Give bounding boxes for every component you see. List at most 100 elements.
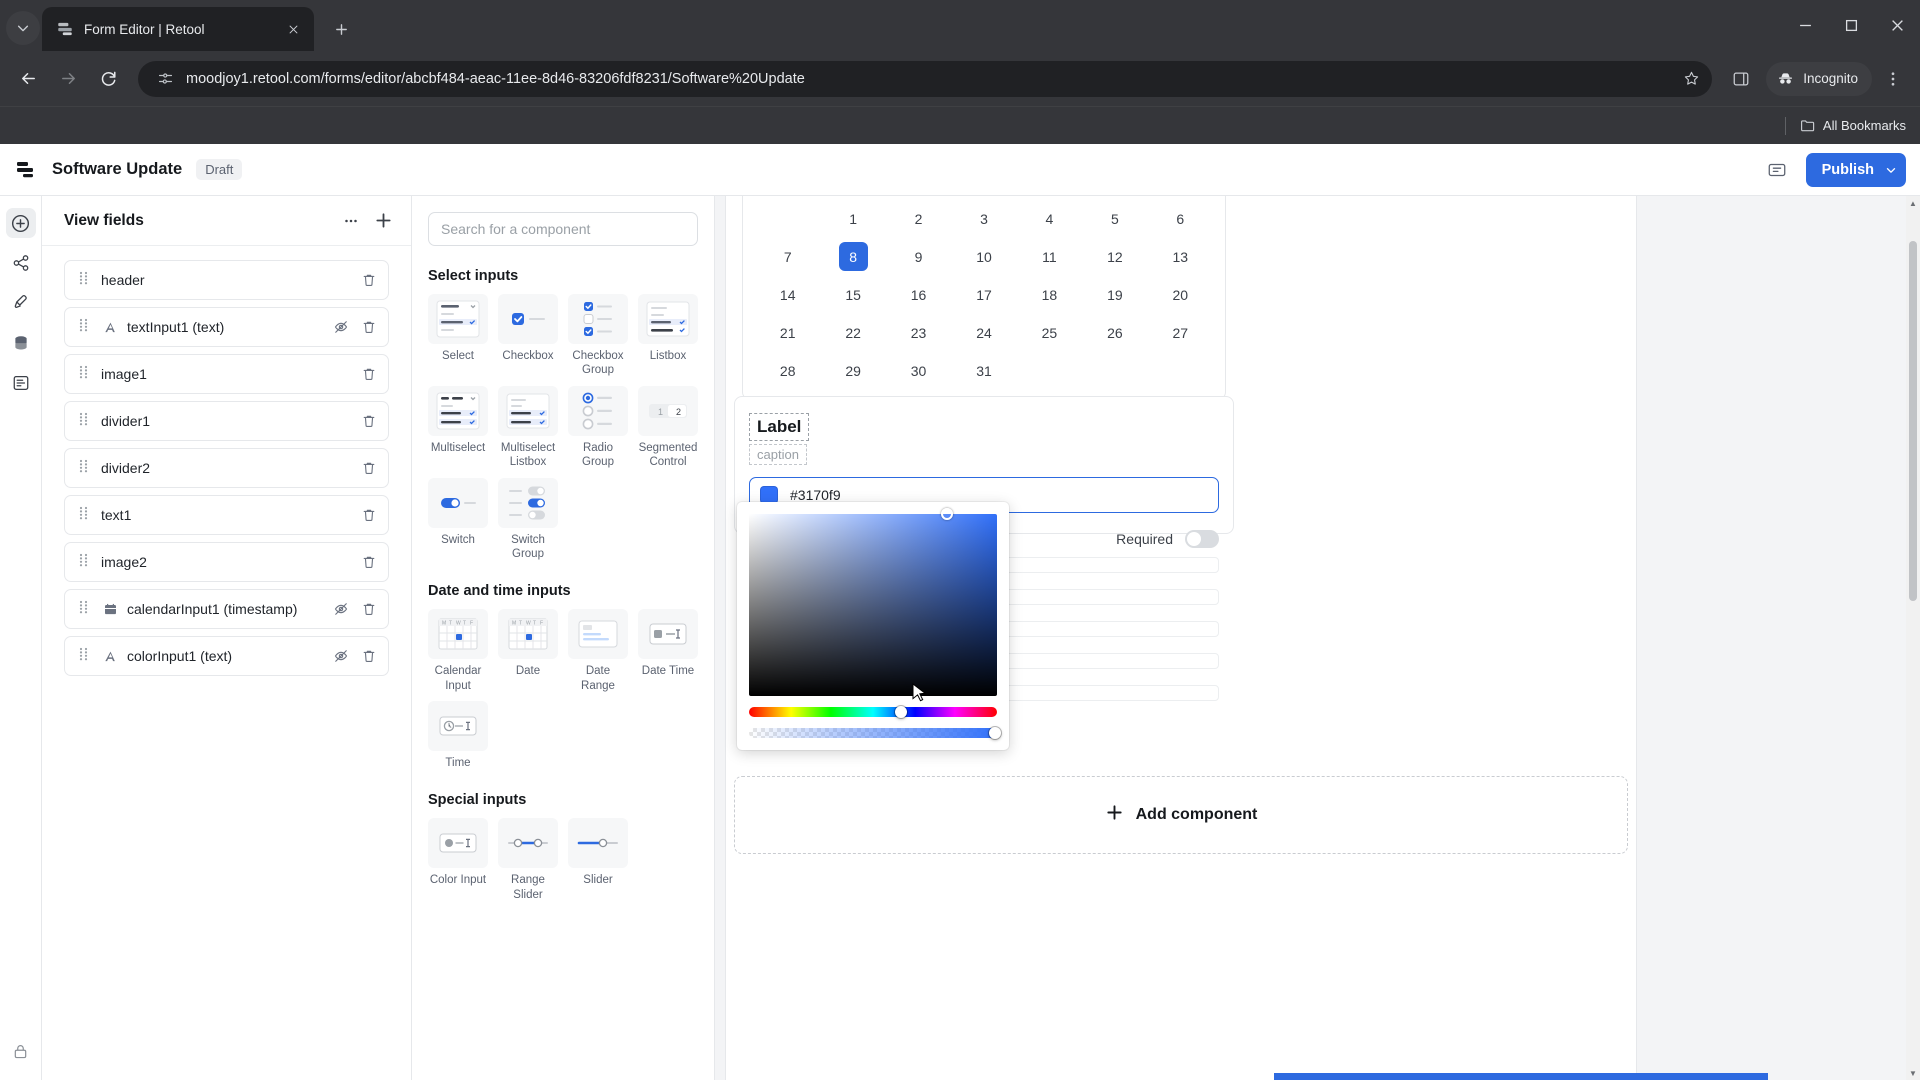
calendar-input-widget[interactable]: 1 2 3 4 5 6 7 8 9 10 11 12 13 14 15 16 17 18 19 20 21 22 23 24 2… xyxy=(742,196,1226,400)
scroll-down-arrow-icon[interactable]: ▼ xyxy=(1906,1066,1920,1080)
calendar-cell[interactable]: 11 xyxy=(1017,242,1082,271)
drag-handle-icon[interactable] xyxy=(79,271,91,290)
calendar-cell[interactable]: 7 xyxy=(755,242,820,271)
search-input[interactable] xyxy=(428,212,698,246)
calendar-cell[interactable]: 10 xyxy=(951,242,1016,271)
retool-logo-icon[interactable] xyxy=(0,144,52,196)
minimize-icon[interactable] xyxy=(1782,0,1828,51)
library-item[interactable]: Date Time xyxy=(638,609,698,693)
library-item[interactable]: Switch Group xyxy=(498,477,558,562)
publish-button[interactable]: Publish xyxy=(1805,152,1906,187)
library-item[interactable]: Date Range xyxy=(568,609,628,693)
library-item[interactable]: Radio Group xyxy=(568,385,628,470)
forward-button[interactable] xyxy=(50,61,86,97)
library-item[interactable]: M T W T F Date xyxy=(498,609,558,693)
calendar-cell-selected[interactable]: 8 xyxy=(838,242,868,271)
drag-handle-icon[interactable] xyxy=(79,553,91,572)
drag-handle-icon[interactable] xyxy=(79,600,91,619)
hue-slider[interactable] xyxy=(749,706,997,718)
field-row[interactable]: image2 xyxy=(64,542,389,582)
site-settings-icon[interactable] xyxy=(152,66,178,92)
calendar-cell[interactable]: 30 xyxy=(886,356,951,385)
eye-off-icon[interactable] xyxy=(332,600,350,618)
calendar-cell[interactable]: 20 xyxy=(1148,280,1213,309)
calendar-cell[interactable]: 19 xyxy=(1082,280,1147,309)
drag-handle-icon[interactable] xyxy=(79,412,91,431)
calendar-cell[interactable]: 5 xyxy=(1082,204,1147,233)
library-item[interactable]: Color Input xyxy=(428,818,488,902)
rail-item-data[interactable] xyxy=(6,328,36,358)
new-tab-button[interactable] xyxy=(324,12,358,46)
back-button[interactable] xyxy=(10,61,46,97)
calendar-cell[interactable]: 22 xyxy=(820,318,885,347)
calendar-cell[interactable]: 9 xyxy=(886,242,951,271)
calendar-cell[interactable]: 17 xyxy=(951,280,1016,309)
hue-handle[interactable] xyxy=(895,706,907,718)
library-item[interactable]: Checkbox Group xyxy=(568,294,628,378)
alpha-slider[interactable] xyxy=(749,727,1001,739)
calendar-cell[interactable]: 26 xyxy=(1082,318,1147,347)
calendar-cell[interactable]: 28 xyxy=(755,356,820,385)
trash-icon[interactable] xyxy=(360,553,378,571)
calendar-cell[interactable]: 15 xyxy=(820,280,885,309)
alpha-handle[interactable] xyxy=(989,727,1001,739)
calendar-cell[interactable]: 27 xyxy=(1148,318,1213,347)
field-row[interactable]: colorInput1 (text) xyxy=(64,636,389,676)
field-row[interactable]: calendarInput1 (timestamp) xyxy=(64,589,389,629)
color-picker-popover[interactable] xyxy=(737,502,1009,750)
close-icon[interactable] xyxy=(282,18,304,40)
scrollbar-thumb[interactable] xyxy=(1909,241,1917,601)
calendar-cell[interactable]: 23 xyxy=(886,318,951,347)
calendar-cell[interactable]: 21 xyxy=(755,318,820,347)
reload-button[interactable] xyxy=(90,61,126,97)
star-icon[interactable] xyxy=(1676,64,1706,94)
drag-handle-icon[interactable] xyxy=(79,459,91,478)
calendar-cell[interactable]: 14 xyxy=(755,280,820,309)
drag-handle-icon[interactable] xyxy=(79,365,91,384)
trash-icon[interactable] xyxy=(360,506,378,524)
library-item[interactable]: Multiselect xyxy=(428,385,488,470)
saturation-handle[interactable] xyxy=(941,508,953,520)
saturation-value-area[interactable] xyxy=(749,508,997,696)
calendar-cell[interactable]: 31 xyxy=(951,356,1016,385)
library-item[interactable]: Checkbox xyxy=(498,294,558,378)
library-item[interactable]: Listbox xyxy=(638,294,698,378)
calendar-cell[interactable]: 2 xyxy=(886,204,951,233)
scroll-up-arrow-icon[interactable]: ▲ xyxy=(1906,196,1920,210)
calendar-cell[interactable]: 12 xyxy=(1082,242,1147,271)
browser-tab[interactable]: Form Editor | Retool xyxy=(42,7,314,51)
field-row[interactable]: textInput1 (text) xyxy=(64,307,389,347)
library-item[interactable]: M T W T F Calendar Input xyxy=(428,609,488,693)
eye-off-icon[interactable] xyxy=(332,318,350,336)
trash-icon[interactable] xyxy=(360,365,378,383)
library-item[interactable]: Switch xyxy=(428,477,488,562)
canvas-scrollbar[interactable]: ▲ ▼ xyxy=(1906,196,1920,1080)
trash-icon[interactable] xyxy=(360,412,378,430)
add-component-button[interactable]: Add component xyxy=(734,776,1628,854)
side-panel-icon[interactable] xyxy=(1724,62,1758,96)
drag-handle-icon[interactable] xyxy=(79,506,91,525)
field-row[interactable]: divider1 xyxy=(64,401,389,441)
rail-item-lock[interactable] xyxy=(6,1036,36,1066)
ellipsis-icon[interactable] xyxy=(337,207,365,235)
field-row[interactable]: image1 xyxy=(64,354,389,394)
all-bookmarks-item[interactable]: All Bookmarks xyxy=(1800,118,1906,134)
calendar-cell[interactable]: 6 xyxy=(1148,204,1213,233)
calendar-cell[interactable]: 29 xyxy=(820,356,885,385)
rail-item-share[interactable] xyxy=(6,248,36,278)
trash-icon[interactable] xyxy=(360,318,378,336)
trash-icon[interactable] xyxy=(360,271,378,289)
required-toggle[interactable] xyxy=(1185,530,1219,548)
rail-item-add[interactable] xyxy=(5,208,36,238)
library-item[interactable]: Select xyxy=(428,294,488,378)
maximize-icon[interactable] xyxy=(1828,0,1874,51)
drag-handle-icon[interactable] xyxy=(79,318,91,337)
calendar-cell[interactable]: 25 xyxy=(1017,318,1082,347)
library-item[interactable]: Multiselect Listbox xyxy=(498,385,558,470)
window-close-icon[interactable] xyxy=(1874,0,1920,51)
url-bar[interactable]: moodjoy1.retool.com/forms/editor/abcbf48… xyxy=(138,60,1713,97)
calendar-cell[interactable]: 1 xyxy=(820,204,885,233)
incognito-indicator[interactable]: Incognito xyxy=(1766,61,1872,96)
calendar-cell[interactable]: 16 xyxy=(886,280,951,309)
field-row[interactable]: text1 xyxy=(64,495,389,535)
